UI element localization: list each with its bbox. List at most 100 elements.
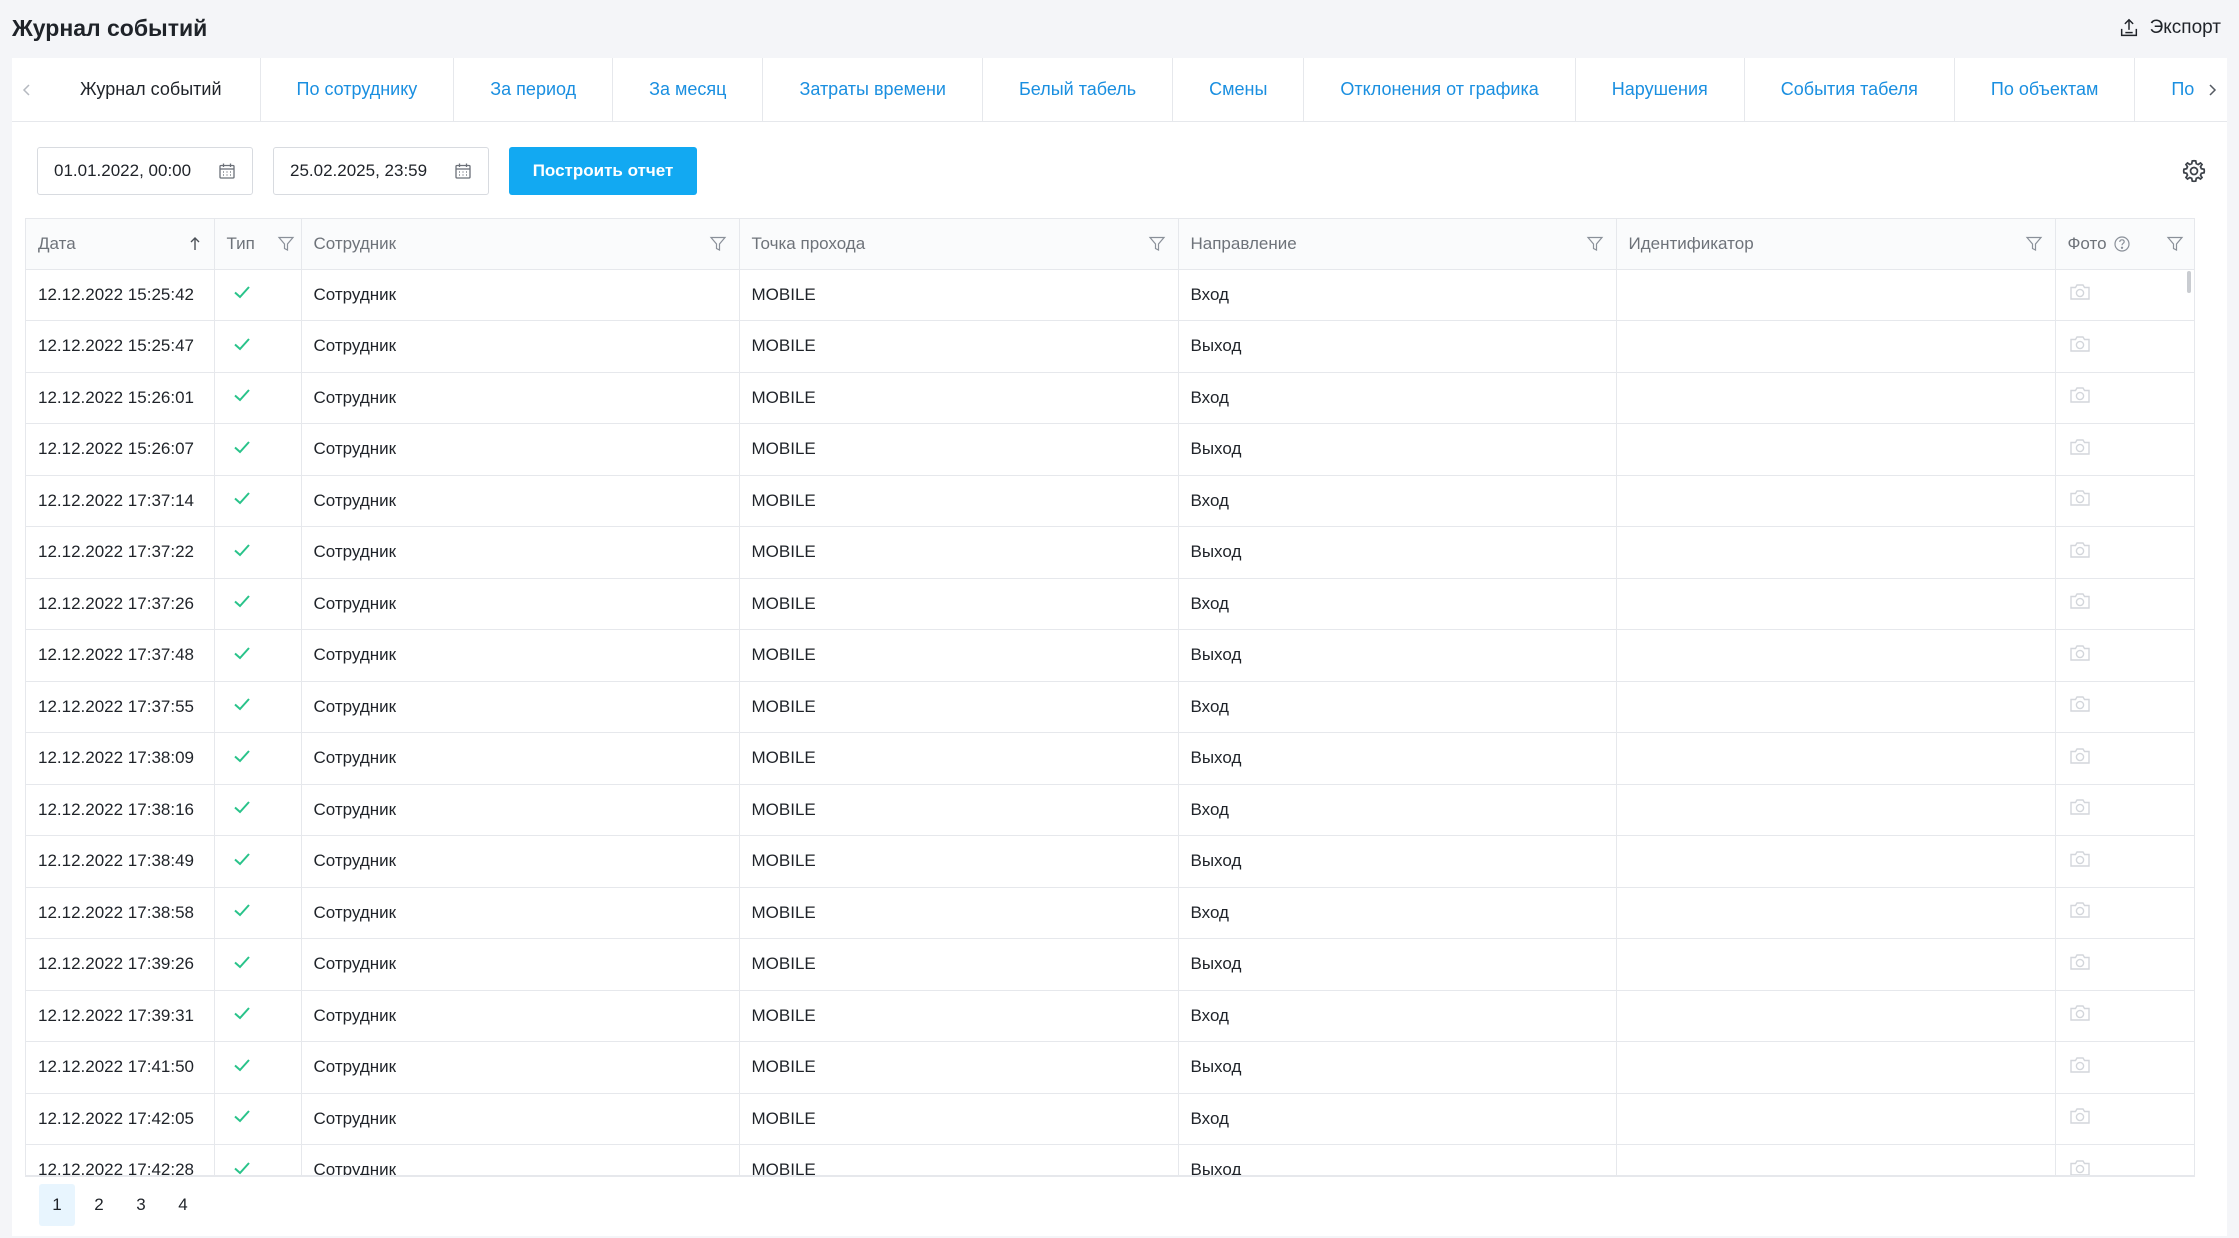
cell-date: 12.12.2022 17:38:49 xyxy=(26,835,215,888)
cell-photo[interactable] xyxy=(2055,423,2194,476)
cell-photo[interactable] xyxy=(2055,320,2194,373)
pagination: 1234 xyxy=(25,1176,2195,1232)
tab-6[interactable]: Смены xyxy=(1173,58,1305,121)
table-row[interactable]: 12.12.2022 15:25:42 Сотрудник MOBILE Вход xyxy=(26,269,2194,321)
column-header-type[interactable]: Тип xyxy=(214,219,302,270)
upload-icon xyxy=(2120,18,2137,37)
cell-photo[interactable] xyxy=(2055,681,2194,733)
table-row[interactable]: 12.12.2022 17:38:09 Сотрудник MOBILE Выход xyxy=(26,732,2194,785)
tab-11[interactable]: По xyxy=(2135,58,2197,121)
date-to-field[interactable]: 25.02.2025, 23:59 xyxy=(273,147,489,195)
check-icon xyxy=(233,750,250,763)
cell-photo[interactable] xyxy=(2055,526,2194,579)
cell-photo[interactable] xyxy=(2055,475,2194,527)
filter-icon[interactable] xyxy=(2166,235,2184,253)
cell-photo[interactable] xyxy=(2055,990,2194,1042)
column-header-identifier[interactable]: Идентификатор xyxy=(1616,219,2056,270)
table-row[interactable]: 12.12.2022 17:42:05 Сотрудник MOBILE Вход xyxy=(26,1093,2194,1145)
cell-type xyxy=(214,629,302,682)
cell-point: MOBILE xyxy=(739,732,1179,785)
cell-photo[interactable] xyxy=(2055,1041,2194,1094)
table-row[interactable]: 12.12.2022 17:37:26 Сотрудник MOBILE Вход xyxy=(26,578,2194,630)
cell-type xyxy=(214,320,302,373)
camera-icon xyxy=(2069,748,2090,764)
column-header-point[interactable]: Точка прохода xyxy=(739,219,1179,270)
cell-type xyxy=(214,578,302,630)
table-row[interactable]: 12.12.2022 15:26:01 Сотрудник MOBILE Вход xyxy=(26,372,2194,424)
page-button-1[interactable]: 1 xyxy=(39,1183,75,1226)
table-row[interactable]: 12.12.2022 17:37:48 Сотрудник MOBILE Выход xyxy=(26,629,2194,682)
cell-photo[interactable] xyxy=(2055,372,2194,424)
date-from-field[interactable]: 01.01.2022, 00:00 xyxy=(37,147,253,195)
check-icon xyxy=(233,853,250,866)
cell-date: 12.12.2022 15:26:01 xyxy=(26,372,215,424)
check-icon xyxy=(233,389,250,402)
table-row[interactable]: 12.12.2022 17:38:58 Сотрудник MOBILE Вход xyxy=(26,887,2194,939)
tabs-scroll-left-button[interactable] xyxy=(12,58,42,121)
help-circle-icon[interactable] xyxy=(2113,235,2131,253)
page-button-3[interactable]: 3 xyxy=(123,1184,159,1226)
cell-photo[interactable] xyxy=(2055,938,2194,991)
filter-icon[interactable] xyxy=(1148,235,1166,253)
table-row[interactable]: 12.12.2022 17:37:14 Сотрудник MOBILE Вход xyxy=(26,475,2194,527)
cell-identifier xyxy=(1616,372,2056,424)
filter-icon[interactable] xyxy=(1586,235,1604,253)
cell-photo[interactable] xyxy=(2055,1093,2194,1145)
table-row[interactable]: 12.12.2022 17:41:50 Сотрудник MOBILE Выход xyxy=(26,1041,2194,1094)
cell-photo[interactable] xyxy=(2055,732,2194,785)
tab-1[interactable]: По сотруднику xyxy=(261,58,455,121)
cell-photo[interactable] xyxy=(2055,269,2194,321)
cell-point: MOBILE xyxy=(739,784,1179,836)
table-row[interactable]: 12.12.2022 17:38:49 Сотрудник MOBILE Выход xyxy=(26,835,2194,888)
export-button[interactable]: Экспорт xyxy=(2118,17,2227,39)
gear-icon[interactable] xyxy=(2181,158,2207,184)
cell-photo[interactable] xyxy=(2055,578,2194,630)
cell-employee: Сотрудник xyxy=(301,629,740,682)
tab-10[interactable]: По объектам xyxy=(1955,58,2136,121)
table-row[interactable]: 12.12.2022 15:25:47 Сотрудник MOBILE Выход xyxy=(26,320,2194,373)
tab-7[interactable]: Отклонения от графика xyxy=(1304,58,1576,121)
column-header-employee[interactable]: Сотрудник xyxy=(301,219,740,270)
table-row[interactable]: 12.12.2022 17:38:16 Сотрудник MOBILE Вход xyxy=(26,784,2194,836)
column-header-date[interactable]: Дата xyxy=(26,219,215,270)
cell-employee: Сотрудник xyxy=(301,578,740,630)
tab-4[interactable]: Затраты времени xyxy=(763,58,983,121)
table-row[interactable]: 12.12.2022 17:39:26 Сотрудник MOBILE Выход xyxy=(26,938,2194,991)
table-row[interactable]: 12.12.2022 17:39:31 Сотрудник MOBILE Вход xyxy=(26,990,2194,1042)
filter-icon[interactable] xyxy=(277,235,295,253)
cell-identifier xyxy=(1616,269,2056,321)
tab-9[interactable]: События табеля xyxy=(1745,58,1955,121)
tab-5[interactable]: Белый табель xyxy=(983,58,1174,121)
tab-0[interactable]: Журнал событий xyxy=(42,58,261,121)
cell-photo[interactable] xyxy=(2055,887,2194,939)
column-header-date-label: Дата xyxy=(38,233,76,253)
filter-icon[interactable] xyxy=(2025,235,2043,253)
table-scrollbar[interactable] xyxy=(2187,271,2191,293)
page-button-4[interactable]: 4 xyxy=(165,1184,201,1226)
cell-employee: Сотрудник xyxy=(301,732,740,785)
table-row[interactable]: 12.12.2022 17:37:55 Сотрудник MOBILE Вход xyxy=(26,681,2194,733)
cell-point: MOBILE xyxy=(739,681,1179,733)
tab-3[interactable]: За месяц xyxy=(613,58,764,121)
cell-photo[interactable] xyxy=(2055,784,2194,836)
tab-2[interactable]: За период xyxy=(454,58,614,121)
filter-icon[interactable] xyxy=(709,235,727,253)
column-header-direction[interactable]: Направление xyxy=(1178,219,1617,270)
tab-8[interactable]: Нарушения xyxy=(1576,58,1745,121)
column-header-point-label: Точка прохода xyxy=(751,233,866,253)
cell-direction: Выход xyxy=(1178,526,1617,579)
page-button-2[interactable]: 2 xyxy=(81,1184,117,1226)
build-report-button[interactable]: Построить отчет xyxy=(509,147,697,195)
table-row[interactable]: 12.12.2022 15:26:07 Сотрудник MOBILE Выход xyxy=(26,423,2194,476)
table-row[interactable]: 12.12.2022 17:42:28 Сотрудник MOBILE Выход xyxy=(26,1144,2194,1175)
cell-point: MOBILE xyxy=(739,578,1179,630)
cell-photo[interactable] xyxy=(2055,835,2194,888)
table-row[interactable]: 12.12.2022 17:37:22 Сотрудник MOBILE Выход xyxy=(26,526,2194,579)
tabs-scroll-right-button[interactable] xyxy=(2197,58,2227,121)
column-header-photo[interactable]: Фото xyxy=(2055,219,2194,270)
cell-photo[interactable] xyxy=(2055,629,2194,682)
cell-date: 12.12.2022 15:25:47 xyxy=(26,320,215,373)
cell-photo[interactable] xyxy=(2055,1144,2194,1175)
cell-direction: Вход xyxy=(1178,269,1617,321)
sort-arrow-up-icon[interactable] xyxy=(188,236,202,252)
